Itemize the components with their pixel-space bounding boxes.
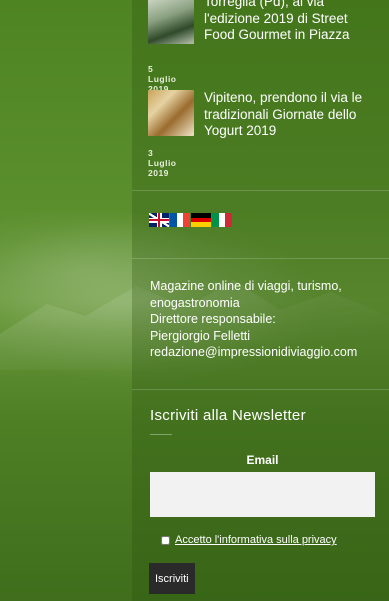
privacy-checkbox[interactable] [161,535,170,545]
about-line: enogastronomia [150,295,240,310]
contact-email[interactable]: redazione@impressionidiviaggio.com [150,344,385,361]
newsletter-title: Iscriviti alla Newsletter [150,407,306,424]
post-date: 3 Luglio 2019 [148,148,177,178]
email-input[interactable] [150,472,375,517]
about-text: Magazine online di viaggi, turismo, enog… [150,278,385,361]
privacy-link[interactable]: Accetto l'informativa sulla privacy [175,534,337,546]
it-flag-icon[interactable] [212,213,232,227]
language-switcher [149,213,232,227]
post-thumbnail[interactable] [148,0,194,44]
email-label: Email [246,453,279,467]
uk-flag-icon[interactable] [149,213,169,227]
about-line: Direttore responsabile: [150,312,276,326]
about-line: Piergiorgio Felletti [150,328,251,343]
subscribe-button[interactable]: Iscriviti [149,563,195,594]
post-thumbnail[interactable] [148,90,194,136]
divider [132,190,389,191]
fr-flag-icon[interactable] [170,213,190,227]
privacy-consent[interactable]: Accetto l'informativa sulla privacy [161,534,337,546]
title-underline [150,434,172,435]
de-flag-icon[interactable] [191,213,211,227]
post-title[interactable]: Torreglia (Pd), al via l'edizione 2019 d… [204,0,384,44]
divider [132,389,389,390]
post-title[interactable]: Vipiteno, prendono il via le tradizional… [204,90,384,140]
divider [132,258,389,259]
about-line: Magazine online di viaggi, turismo, [150,279,342,293]
